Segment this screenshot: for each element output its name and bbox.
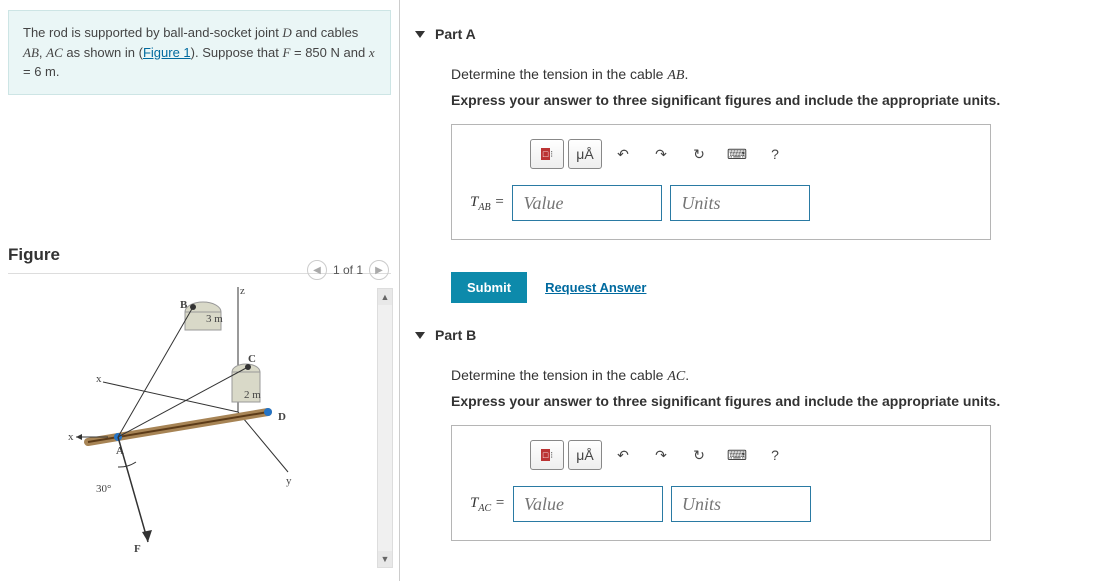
- left-pane: The rod is supported by ball-and-socket …: [0, 0, 400, 581]
- answer-label-b: TAC =: [470, 495, 505, 514]
- figure-image: z x y B C D A 3 m 2 m: [8, 282, 358, 562]
- value-input-a[interactable]: [512, 185, 662, 221]
- text: The rod is supported by ball-and-socket …: [23, 25, 282, 40]
- question-b: Determine the tension in the cable AC.: [451, 367, 1085, 385]
- scroll-down-icon[interactable]: ▼: [378, 551, 392, 567]
- templates-button[interactable]: □⁝: [530, 440, 564, 470]
- undo-button[interactable]: ↶: [606, 440, 640, 470]
- figure-pager: ◀ 1 of 1 ▶: [307, 260, 389, 280]
- keyboard-button[interactable]: ⌨: [720, 440, 754, 470]
- part-title: Part A: [435, 26, 476, 42]
- units-input-a[interactable]: [670, 185, 810, 221]
- svg-text:B: B: [180, 299, 188, 311]
- answer-box-a: □⁝ μÅ ↶ ↷ ↻ ⌨ ? TAB =: [451, 124, 991, 240]
- var-AC: AC: [667, 369, 685, 384]
- svg-text:C: C: [248, 353, 256, 365]
- input-row-a: TAB =: [470, 185, 972, 221]
- question-a: Determine the tension in the cable AB.: [451, 66, 1085, 84]
- reset-button[interactable]: ↻: [682, 139, 716, 169]
- svg-text:30°: 30°: [96, 483, 111, 495]
- keyboard-button[interactable]: ⌨: [720, 139, 754, 169]
- instruction-b: Express your answer to three significant…: [451, 393, 1085, 409]
- chevron-down-icon: [415, 31, 425, 38]
- request-answer-link-a[interactable]: Request Answer: [545, 280, 646, 295]
- value-input-b[interactable]: [513, 486, 663, 522]
- part-a-header[interactable]: Part A: [415, 20, 1085, 48]
- toolbar-a: □⁝ μÅ ↶ ↷ ↻ ⌨ ?: [530, 139, 972, 169]
- undo-button[interactable]: ↶: [606, 139, 640, 169]
- svg-text:z: z: [240, 285, 245, 297]
- svg-text:F: F: [134, 543, 141, 555]
- figure-next-button[interactable]: ▶: [369, 260, 389, 280]
- instruction-a: Express your answer to three significant…: [451, 92, 1085, 108]
- actions-a: Submit Request Answer: [451, 272, 1085, 303]
- text: as shown in (: [63, 45, 143, 60]
- redo-button[interactable]: ↷: [644, 139, 678, 169]
- text: ). Suppose that: [191, 45, 283, 60]
- redo-button[interactable]: ↷: [644, 440, 678, 470]
- answer-box-b: □⁝ μÅ ↶ ↷ ↻ ⌨ ? TAC =: [451, 425, 991, 541]
- part-b-header[interactable]: Part B: [415, 321, 1085, 349]
- chevron-down-icon: [415, 332, 425, 339]
- help-button[interactable]: ?: [758, 440, 792, 470]
- units-input-b[interactable]: [671, 486, 811, 522]
- part-b-body: Determine the tension in the cable AC. E…: [415, 349, 1085, 559]
- problem-statement: The rod is supported by ball-and-socket …: [8, 10, 391, 95]
- text: .: [684, 66, 688, 82]
- text: .: [685, 367, 689, 383]
- right-pane: Part A Determine the tension in the cabl…: [415, 20, 1085, 559]
- part-a-body: Determine the tension in the cable AB. E…: [415, 48, 1085, 258]
- text: Determine the tension in the cable: [451, 66, 667, 82]
- var-D: D: [282, 25, 291, 40]
- units-button[interactable]: μÅ: [568, 440, 602, 470]
- text: Determine the tension in the cable: [451, 367, 667, 383]
- scroll-up-icon[interactable]: ▲: [378, 289, 392, 305]
- input-row-b: TAC =: [470, 486, 972, 522]
- figure-prev-button[interactable]: ◀: [307, 260, 327, 280]
- answer-label-a: TAB =: [470, 194, 504, 213]
- svg-text:2 m: 2 m: [244, 389, 261, 401]
- var-AB: AB: [667, 68, 684, 83]
- templates-button[interactable]: □⁝: [530, 139, 564, 169]
- units-button[interactable]: μÅ: [568, 139, 602, 169]
- svg-text:y: y: [286, 475, 292, 487]
- var-AB: AB: [23, 45, 39, 60]
- figure-link[interactable]: Figure 1: [143, 45, 191, 60]
- text: and cables: [292, 25, 359, 40]
- svg-text:D: D: [278, 411, 286, 423]
- svg-text:3 m: 3 m: [206, 313, 223, 325]
- text: = 6 m.: [23, 64, 60, 79]
- help-button[interactable]: ?: [758, 139, 792, 169]
- reset-button[interactable]: ↻: [682, 440, 716, 470]
- text: = 850 N and: [290, 45, 368, 60]
- var-AC: AC: [46, 45, 63, 60]
- toolbar-b: □⁝ μÅ ↶ ↷ ↻ ⌨ ?: [530, 440, 972, 470]
- figure-counter: 1 of 1: [333, 263, 363, 277]
- figure-scrollbar[interactable]: ▲ ▼: [377, 288, 393, 568]
- svg-text:x: x: [68, 431, 74, 443]
- svg-text:x: x: [96, 373, 102, 385]
- part-title: Part B: [435, 327, 476, 343]
- var-x: x: [369, 45, 375, 60]
- submit-button-a[interactable]: Submit: [451, 272, 527, 303]
